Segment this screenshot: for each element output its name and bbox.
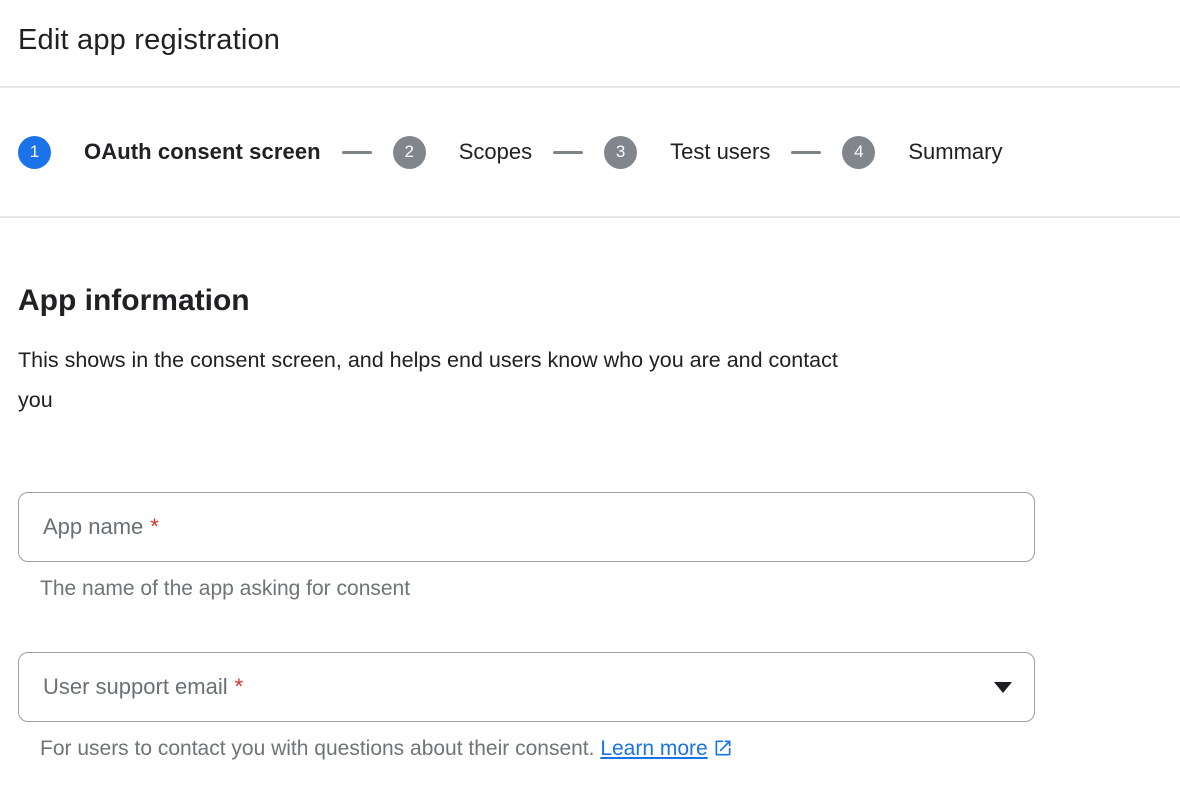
learn-more-link[interactable]: Learn more bbox=[600, 737, 707, 760]
step-separator bbox=[791, 151, 821, 154]
stepper-divider bbox=[0, 216, 1180, 218]
user-support-email-helper-text: For users to contact you with questions … bbox=[40, 737, 1162, 761]
stepper: 1 OAuth consent screen 2 Scopes 3 Test u… bbox=[0, 88, 1180, 216]
step-1-badge: 1 bbox=[18, 136, 51, 169]
app-name-input[interactable]: App name * bbox=[18, 492, 1035, 562]
section-description-line1: This shows in the consent screen, and he… bbox=[18, 348, 838, 372]
section-description-line2: you bbox=[18, 388, 53, 412]
step-separator bbox=[553, 151, 583, 154]
user-support-email-helper-sentence: For users to contact you with questions … bbox=[40, 737, 594, 760]
user-support-email-required-asterisk: * bbox=[235, 674, 244, 700]
step-4-label: Summary bbox=[908, 139, 1002, 165]
step-2-badge: 2 bbox=[393, 136, 426, 169]
step-3-badge: 3 bbox=[604, 136, 637, 169]
stepper-step-test-users[interactable]: 3 Test users bbox=[604, 136, 770, 169]
edit-app-registration-page: Edit app registration 1 OAuth consent sc… bbox=[0, 0, 1180, 810]
section-title: App information bbox=[18, 284, 1162, 318]
app-information-section: App information This shows in the consen… bbox=[0, 284, 1180, 761]
step-1-label: OAuth consent screen bbox=[84, 139, 321, 165]
page-title: Edit app registration bbox=[18, 24, 1162, 57]
step-3-label: Test users bbox=[670, 139, 770, 165]
stepper-step-oauth-consent-screen[interactable]: 1 OAuth consent screen bbox=[18, 136, 321, 169]
section-description: This shows in the consent screen, and he… bbox=[18, 340, 1162, 420]
page-header: Edit app registration bbox=[0, 0, 1180, 57]
stepper-step-scopes[interactable]: 2 Scopes bbox=[393, 136, 532, 169]
step-4-badge: 4 bbox=[842, 136, 875, 169]
app-name-label: App name bbox=[43, 514, 143, 540]
stepper-step-summary[interactable]: 4 Summary bbox=[842, 136, 1002, 169]
app-name-required-asterisk: * bbox=[150, 514, 159, 540]
app-name-helper-text: The name of the app asking for consent bbox=[40, 577, 1162, 601]
step-2-label: Scopes bbox=[459, 139, 532, 165]
external-link-icon bbox=[713, 738, 733, 758]
user-support-email-label: User support email bbox=[43, 674, 228, 700]
step-separator bbox=[342, 151, 372, 154]
dropdown-caret-icon[interactable] bbox=[994, 682, 1012, 693]
user-support-email-select[interactable]: User support email * bbox=[18, 652, 1035, 722]
